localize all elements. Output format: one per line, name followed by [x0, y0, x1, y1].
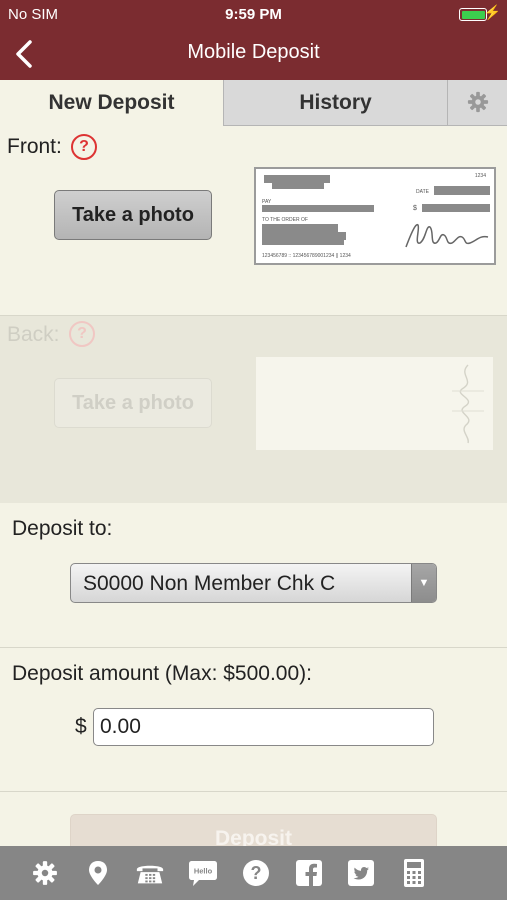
- status-bar: No SIM 9:59 PM ⚡: [0, 0, 507, 28]
- check-order-label: TO THE ORDER OF: [262, 217, 308, 223]
- location-pin-icon[interactable]: [83, 858, 113, 888]
- tab-new-deposit[interactable]: New Deposit: [0, 80, 223, 126]
- front-help-icon[interactable]: ?: [71, 134, 97, 160]
- twitter-icon[interactable]: [346, 858, 376, 888]
- tab-bar: New Deposit History: [0, 80, 507, 127]
- calculator-icon[interactable]: [399, 858, 429, 888]
- back-label: Back:: [7, 323, 60, 346]
- deposit-amount-section: Deposit amount (Max: $500.00): $: [0, 648, 507, 792]
- back-take-photo-button[interactable]: Take a photo: [54, 378, 212, 428]
- chat-hello-text: Hello: [194, 867, 213, 876]
- back-image-section: Back: ? Take a photo: [0, 316, 507, 503]
- deposit-to-section: Deposit to: S0000 Non Member Chk C ▼: [0, 503, 507, 648]
- back-help-icon[interactable]: ?: [69, 321, 95, 347]
- account-select[interactable]: S0000 Non Member Chk C ▼: [70, 563, 437, 603]
- front-take-photo-button[interactable]: Take a photo: [54, 190, 212, 240]
- back-check-illustration: [256, 357, 493, 450]
- account-select-value: S0000 Non Member Chk C: [83, 572, 336, 595]
- deposit-amount-label: Deposit amount (Max: $500.00):: [12, 662, 312, 685]
- check-micr-line: 123456789 :: 123456789001234 || 1234: [262, 253, 351, 259]
- chat-hello-icon[interactable]: Hello: [188, 858, 218, 888]
- front-label: Front:: [7, 135, 62, 158]
- check-dollar-sign: $: [413, 205, 417, 212]
- front-check-illustration: 1234 DATE PAY $ TO THE ORDER OF 12345678…: [254, 167, 496, 265]
- gear-icon[interactable]: [30, 858, 60, 888]
- svg-text:?: ?: [251, 863, 262, 883]
- page-title: Mobile Deposit: [187, 41, 320, 63]
- deposit-to-label: Deposit to:: [12, 517, 113, 540]
- charging-icon: ⚡: [483, 4, 501, 20]
- nav-bar: Mobile Deposit: [0, 28, 507, 80]
- deposit-amount-input[interactable]: [93, 708, 434, 746]
- clock: 9:59 PM: [225, 6, 282, 23]
- signature-icon: [405, 223, 489, 248]
- help-icon[interactable]: ?: [241, 858, 271, 888]
- gear-icon: [467, 91, 488, 113]
- dropdown-arrow-icon: ▼: [411, 564, 436, 602]
- phone-icon[interactable]: [135, 858, 165, 888]
- tab-history[interactable]: History: [223, 80, 447, 126]
- facebook-icon[interactable]: [294, 858, 324, 888]
- endorsement-signature-icon: [452, 364, 484, 444]
- currency-symbol: $: [75, 715, 87, 738]
- check-date-label: DATE: [416, 189, 429, 195]
- front-image-section: Front: ? Take a photo 1234 DATE PAY $ TO…: [0, 127, 507, 316]
- bottom-toolbar: Hello ?: [0, 846, 507, 900]
- check-number: 1234: [474, 173, 486, 179]
- tab-settings[interactable]: [447, 80, 507, 126]
